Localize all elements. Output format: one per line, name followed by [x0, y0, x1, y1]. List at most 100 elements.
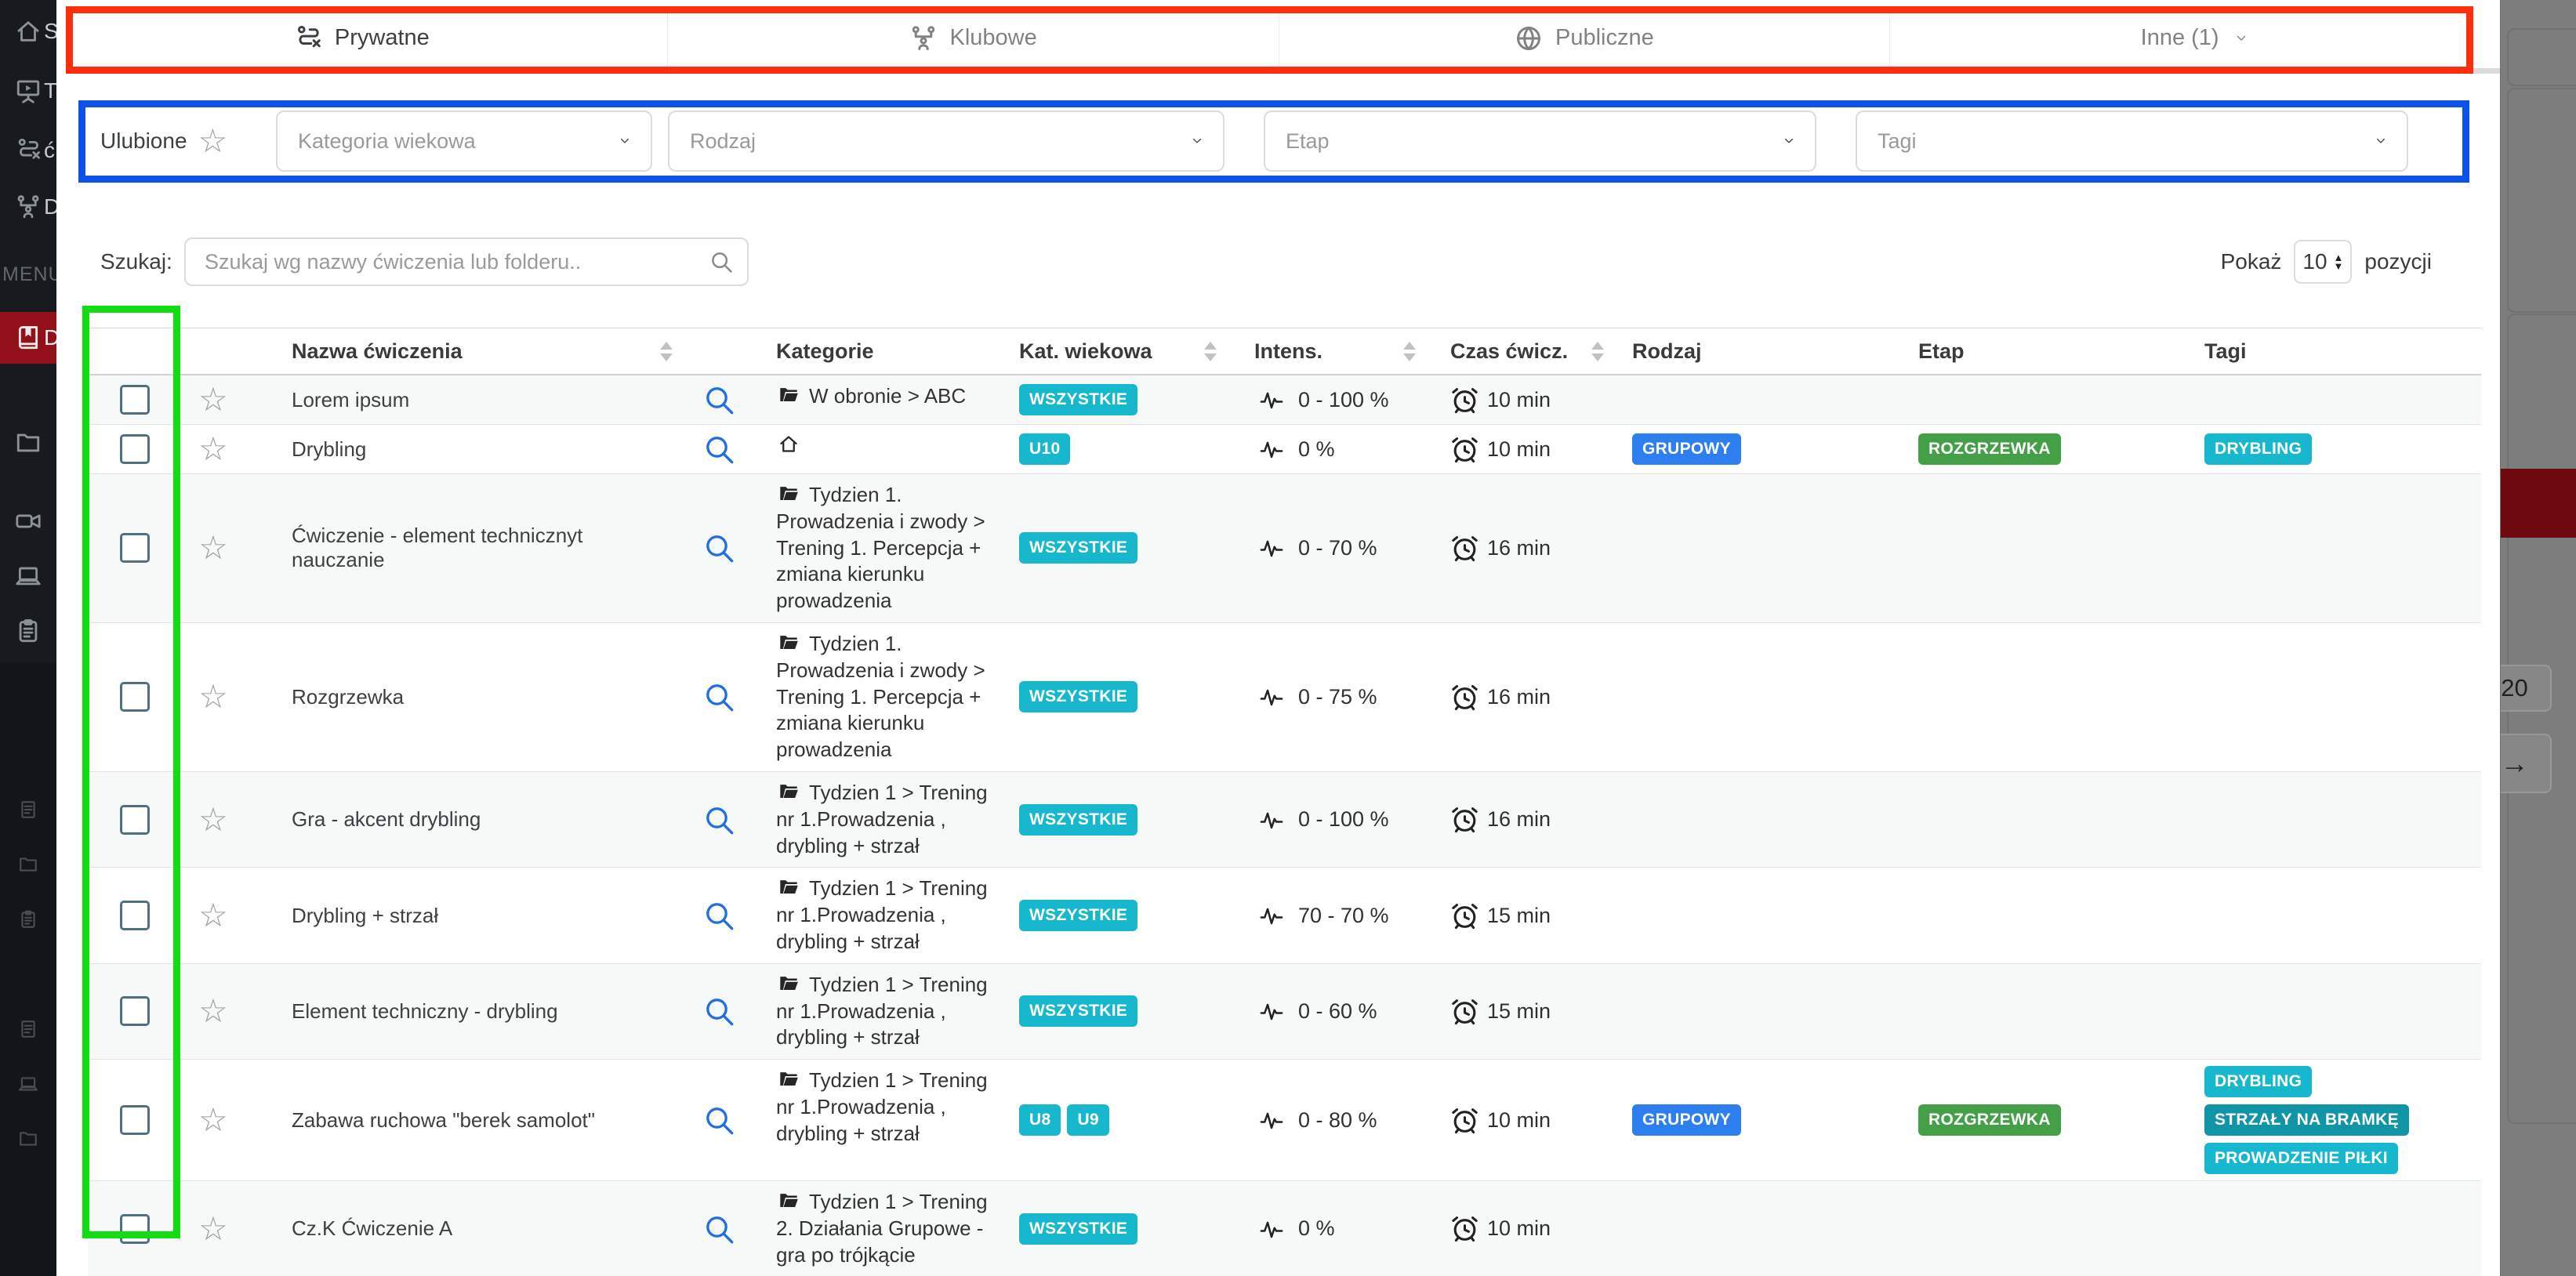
- favorite-star-icon[interactable]: ☆: [198, 383, 228, 416]
- rodzaj-cell: [1632, 623, 1918, 771]
- page-size-spinner[interactable]: 10 ▲▼: [2294, 240, 2352, 284]
- etap-cell: ROZGRZEWKA: [1918, 425, 2204, 473]
- preview-zoom-icon[interactable]: [703, 433, 735, 465]
- filter-select-rodzaj[interactable]: Rodzaj: [668, 111, 1225, 172]
- column-header-czas[interactable]: Czas ćwicz.: [1444, 328, 1632, 374]
- sidebar-item-laptop[interactable]: [0, 551, 56, 601]
- tag-badge: DRYBLING: [2204, 1066, 2312, 1097]
- sidebar-item-dim-6[interactable]: [0, 1117, 56, 1161]
- column-header-kat-wiekowa[interactable]: Kat. wiekowa: [1013, 328, 1248, 374]
- preview-zoom-icon[interactable]: [703, 804, 735, 836]
- table-row: ☆ Rozgrzewka Tydzien 1. Prowadzenia i zw…: [88, 623, 2481, 772]
- sidebar-item-active[interactable]: D: [0, 312, 56, 364]
- preview-zoom-icon[interactable]: [703, 1213, 735, 1245]
- column-header-intens[interactable]: Intens.: [1248, 328, 1444, 374]
- row-checkbox[interactable]: [120, 1214, 150, 1244]
- preview-zoom-icon[interactable]: [703, 681, 735, 712]
- column-header-zoom: [684, 328, 754, 374]
- age-category-cell: WSZYSTKIE: [1013, 623, 1248, 771]
- alarm-clock-icon: [1450, 997, 1479, 1026]
- search-input[interactable]: [184, 237, 749, 286]
- favorite-star-icon[interactable]: ☆: [198, 995, 228, 1028]
- page-size-control: Pokaż 10 ▲▼ pozycji: [2221, 240, 2432, 284]
- sidebar-item-dim-1[interactable]: [0, 788, 56, 832]
- filter-select-tagi[interactable]: Tagi: [1856, 111, 2408, 172]
- etap-cell: [1918, 623, 2204, 771]
- favorite-star-icon[interactable]: ☆: [198, 803, 228, 836]
- exercise-name: Zabawa ruchowa "berek samolot": [292, 1108, 595, 1133]
- team-icon: [19, 197, 38, 217]
- tab-inne[interactable]: Inne (1): [1889, 8, 2501, 74]
- row-checkbox[interactable]: [120, 385, 150, 415]
- age-category-badge: U10: [1019, 433, 1070, 465]
- category-cell: Tydzien 1 > Trening nr 1.Prowadzenia , d…: [754, 964, 1013, 1059]
- tags-cell: DRYBLING: [2204, 433, 2312, 465]
- category-cell: Tydzien 1 > Trening 2. Działania Grupowe…: [754, 1181, 1013, 1276]
- intensity-value: 0 - 70 %: [1298, 536, 1377, 560]
- favorite-star-icon[interactable]: ☆: [198, 899, 228, 932]
- table-row: ☆ Cz.K Ćwiczenie A Tydzien 1 > Trening 2…: [88, 1181, 2481, 1276]
- intensity-value: 0 - 100 %: [1298, 388, 1389, 412]
- sidebar-item-training[interactable]: T: [0, 66, 56, 116]
- sidebar-item-team[interactable]: D: [0, 182, 56, 232]
- exercises-table: Nazwa ćwiczenia Kategorie Kat. wiekowa I…: [88, 328, 2481, 1276]
- sort-icon[interactable]: [1403, 342, 1416, 361]
- favorites-star-icon[interactable]: ☆: [198, 125, 228, 158]
- sidebar-item-video[interactable]: [0, 496, 56, 546]
- sidebar-item-dim-4[interactable]: [0, 1007, 56, 1051]
- favorite-star-icon[interactable]: ☆: [198, 433, 228, 466]
- preview-zoom-icon[interactable]: [703, 532, 735, 564]
- category-cell: Tydzien 1. Prowadzenia i zwody > Trening…: [754, 474, 1013, 622]
- category-cell: [754, 425, 1013, 473]
- row-checkbox[interactable]: [120, 1105, 150, 1135]
- filter-select-kategoria-wiekowa[interactable]: Kategoria wiekowa: [276, 111, 652, 172]
- sidebar-item-clipboard[interactable]: [0, 606, 56, 656]
- row-checkbox[interactable]: [120, 434, 150, 464]
- sidebar-item-exercises[interactable]: ć: [0, 125, 56, 176]
- row-checkbox[interactable]: [120, 533, 150, 563]
- tab-label: Prywatne: [335, 25, 430, 51]
- sidebar-lower-section: [0, 662, 56, 1276]
- sort-icon[interactable]: [1204, 342, 1217, 361]
- duration-value: 16 min: [1487, 685, 1551, 709]
- tab-publiczne[interactable]: Publiczne: [1279, 8, 1890, 74]
- favorite-star-icon[interactable]: ☆: [198, 1104, 228, 1136]
- spinner-arrows-icon[interactable]: ▲▼: [2334, 253, 2344, 270]
- favorite-star-icon[interactable]: ☆: [198, 1213, 228, 1245]
- filter-select-etap[interactable]: Etap: [1264, 111, 1816, 172]
- home-icon: [19, 23, 38, 41]
- sort-icon[interactable]: [1591, 342, 1604, 361]
- sidebar-item-dim-2[interactable]: [0, 843, 56, 886]
- etap-cell: [1918, 375, 2204, 424]
- duration-value: 10 min: [1487, 1216, 1551, 1241]
- age-category-cell: WSZYSTKIE: [1013, 474, 1248, 622]
- intensity-value: 0 %: [1298, 1216, 1335, 1241]
- preview-zoom-icon[interactable]: [703, 384, 735, 415]
- exercise-name: Cz.K Ćwiczenie A: [292, 1216, 452, 1241]
- row-checkbox[interactable]: [120, 805, 150, 835]
- row-checkbox[interactable]: [120, 901, 150, 930]
- favorite-star-icon[interactable]: ☆: [198, 531, 228, 564]
- preview-zoom-icon[interactable]: [703, 995, 735, 1027]
- alarm-clock-icon: [1450, 805, 1479, 834]
- column-header-nazwa[interactable]: Nazwa ćwiczenia: [245, 328, 684, 374]
- alarm-clock-icon: [1450, 901, 1479, 930]
- favorite-star-icon[interactable]: ☆: [198, 680, 228, 713]
- document-icon: [22, 802, 34, 817]
- sidebar-item-dim-5[interactable]: [0, 1062, 56, 1106]
- preview-zoom-icon[interactable]: [703, 1104, 735, 1136]
- sidebar-item-dim-3[interactable]: [0, 897, 56, 941]
- sidebar-item-folder[interactable]: [0, 418, 56, 468]
- etap-cell: [1918, 772, 2204, 867]
- tab-prywatne[interactable]: Prywatne: [56, 8, 667, 74]
- column-header-rodzaj: Rodzaj: [1632, 328, 1918, 374]
- preview-zoom-icon[interactable]: [703, 900, 735, 931]
- row-checkbox[interactable]: [120, 682, 150, 712]
- book-icon: [20, 328, 36, 348]
- rodzaj-cell: [1632, 474, 1918, 622]
- filter-placeholder: Etap: [1286, 129, 1330, 154]
- sidebar-item-start[interactable]: S: [0, 6, 56, 56]
- row-checkbox[interactable]: [120, 996, 150, 1026]
- tab-klubowe[interactable]: Klubowe: [667, 8, 1279, 74]
- sort-icon[interactable]: [660, 342, 673, 361]
